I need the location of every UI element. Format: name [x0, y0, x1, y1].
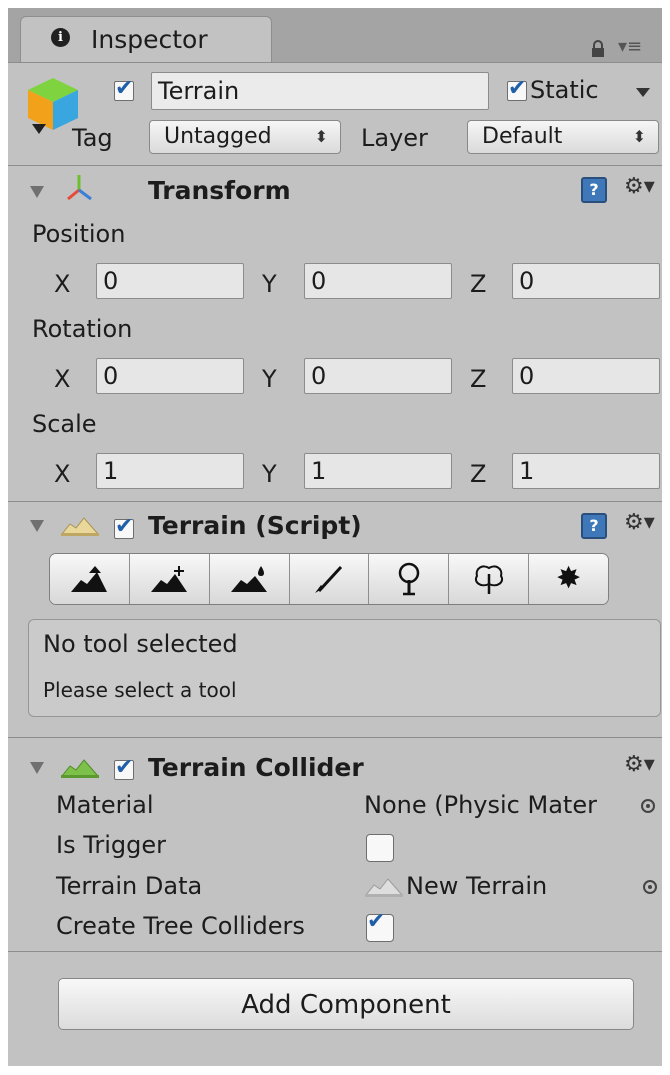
- inspector-panel: i Inspector ▾≡ Terrain Static Tag Untagg…: [8, 8, 662, 1066]
- terrain-script-title: Terrain (Script): [148, 511, 362, 540]
- terrain-collider-title: Terrain Collider: [148, 753, 364, 782]
- is-trigger-checkbox[interactable]: [366, 834, 394, 862]
- tool-info-text: Please select a tool: [43, 678, 237, 702]
- name-field[interactable]: Terrain: [151, 72, 489, 110]
- axis-x-label: X: [54, 365, 71, 393]
- divider: [8, 62, 662, 63]
- position-label: Position: [32, 220, 126, 248]
- axis-x-label: X: [54, 460, 71, 488]
- scale-label: Scale: [32, 410, 97, 438]
- gear-icon[interactable]: ⚙▾: [624, 510, 655, 535]
- rotation-y-field[interactable]: 0: [304, 358, 452, 394]
- rotation-x-field[interactable]: 0: [96, 358, 244, 394]
- terrain-script-enabled-checkbox[interactable]: [114, 514, 134, 539]
- terrain-data-icon: [364, 875, 404, 901]
- tool-info-box: No tool selected Please select a tool: [28, 619, 661, 717]
- smooth-height-tool-button[interactable]: [209, 554, 290, 604]
- tree-colliders-checkbox[interactable]: [366, 909, 394, 942]
- info-icon: i: [51, 28, 70, 47]
- divider: [8, 165, 662, 166]
- rotation-label: Rotation: [32, 315, 133, 343]
- smooth-height-icon: [231, 566, 268, 592]
- paint-texture-icon: [315, 565, 343, 593]
- axis-z-label: Z: [470, 460, 487, 488]
- is-trigger-label: Is Trigger: [56, 831, 166, 859]
- divider: [8, 501, 662, 502]
- active-checkbox[interactable]: [114, 76, 134, 101]
- scale-z-field[interactable]: 1: [512, 453, 660, 489]
- scale-y-field[interactable]: 1: [304, 453, 452, 489]
- axis-z-label: Z: [470, 365, 487, 393]
- transform-axes-icon: [64, 172, 94, 206]
- help-icon[interactable]: ?: [581, 177, 607, 203]
- position-z-field[interactable]: 0: [512, 263, 660, 299]
- tab-title: Inspector: [91, 25, 208, 54]
- tree-colliders-label: Create Tree Colliders: [56, 912, 305, 940]
- object-picker-icon[interactable]: [643, 880, 657, 894]
- static-dropdown-icon[interactable]: [636, 88, 650, 97]
- raise-lower-tool-button[interactable]: [50, 554, 130, 604]
- updown-icon: ⬍: [314, 127, 328, 146]
- gear-icon[interactable]: ⚙▾: [624, 752, 655, 777]
- raise-lower-icon: [71, 566, 108, 592]
- paint-details-icon: [474, 565, 503, 594]
- rotation-z-field[interactable]: 0: [512, 358, 660, 394]
- static-checkbox[interactable]: [507, 76, 527, 101]
- gear-icon[interactable]: ⚙▾: [624, 174, 655, 199]
- axis-y-label: Y: [262, 365, 277, 393]
- divider: [8, 951, 662, 952]
- foldout-arrow-icon[interactable]: [30, 186, 44, 198]
- material-label: Material: [56, 791, 154, 819]
- position-x-field[interactable]: 0: [96, 263, 244, 299]
- static-label: Static: [530, 76, 599, 104]
- paint-height-tool-button[interactable]: [129, 554, 210, 604]
- paint-details-tool-button[interactable]: [449, 554, 530, 604]
- terrain-script-icon: [60, 514, 100, 540]
- terrain-data-field[interactable]: New Terrain: [406, 872, 547, 900]
- position-y-field[interactable]: 0: [304, 263, 452, 299]
- tool-info-title: No tool selected: [43, 630, 238, 658]
- place-trees-icon: [398, 562, 420, 596]
- object-picker-icon[interactable]: [641, 799, 655, 813]
- lock-icon[interactable]: [591, 40, 605, 62]
- foldout-arrow-icon[interactable]: [30, 762, 44, 774]
- tag-dropdown[interactable]: Untagged ⬍: [149, 120, 341, 154]
- terrain-collider-enabled-checkbox[interactable]: [114, 755, 134, 780]
- terrain-settings-tool-button[interactable]: ✸: [529, 554, 608, 604]
- tag-label: Tag: [72, 124, 113, 152]
- terrain-data-label: Terrain Data: [56, 872, 203, 900]
- add-component-button[interactable]: Add Component: [58, 978, 634, 1030]
- transform-title: Transform: [148, 176, 291, 205]
- tab-menu-icon[interactable]: ▾≡: [618, 36, 642, 57]
- tag-value: Untagged: [164, 124, 272, 149]
- layer-dropdown[interactable]: Default ⬍: [467, 120, 659, 154]
- paint-height-icon: [151, 566, 188, 592]
- terrain-tool-bar: ✸: [49, 553, 609, 605]
- terrain-collider-icon: [60, 756, 100, 782]
- axis-z-label: Z: [470, 270, 487, 298]
- paint-texture-tool-button[interactable]: [289, 554, 370, 604]
- layer-label: Layer: [361, 124, 428, 152]
- help-icon[interactable]: ?: [581, 513, 607, 539]
- tab-inspector[interactable]: i Inspector: [20, 16, 272, 62]
- foldout-arrow-icon[interactable]: [30, 520, 44, 532]
- scale-x-field[interactable]: 1: [96, 453, 244, 489]
- axis-x-label: X: [54, 270, 71, 298]
- axis-y-label: Y: [262, 270, 277, 298]
- tab-bar: i Inspector ▾≡: [8, 8, 662, 62]
- divider: [8, 737, 662, 738]
- material-field[interactable]: None (Physic Mater: [364, 791, 638, 819]
- settings-icon: ✸: [556, 561, 582, 596]
- layer-value: Default: [482, 124, 563, 149]
- axis-y-label: Y: [262, 460, 277, 488]
- place-trees-tool-button[interactable]: [369, 554, 450, 604]
- updown-icon: ⬍: [632, 127, 646, 146]
